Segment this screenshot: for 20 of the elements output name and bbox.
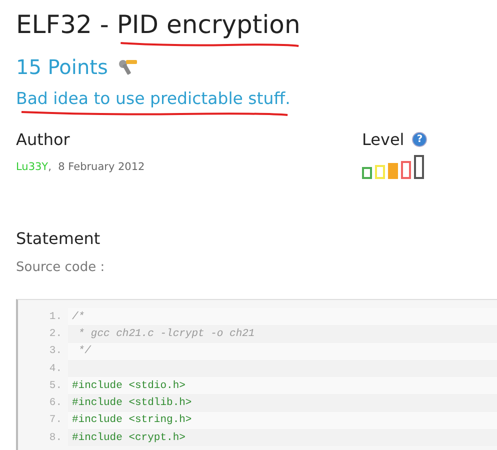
help-icon[interactable]: ? [412,132,428,147]
date-text: , 8 February 2012 [48,161,145,173]
line-number: 4. [48,362,63,375]
points-text: 15 Points [16,55,108,79]
line-number: 5. [48,380,63,392]
statement-heading: Statement [16,229,102,248]
tagline-text: Bad idea to use predictable stuff. [16,89,290,108]
keys-icon [118,58,138,76]
line-number: 1. [48,310,63,323]
intro-text: Source code : [16,260,106,275]
author-link[interactable]: Lu33Y [16,161,48,173]
line-number: 7. [48,414,63,426]
line-number: 2. [48,328,63,340]
page-title: PID encryption [116,10,300,39]
page-title: ELF32 - [16,10,110,39]
author-heading: Author [16,130,71,149]
level-heading: Level [362,130,404,149]
line-number: 6. [48,397,63,410]
line-number: 8. [48,432,63,444]
line-number: 3. [48,345,63,358]
